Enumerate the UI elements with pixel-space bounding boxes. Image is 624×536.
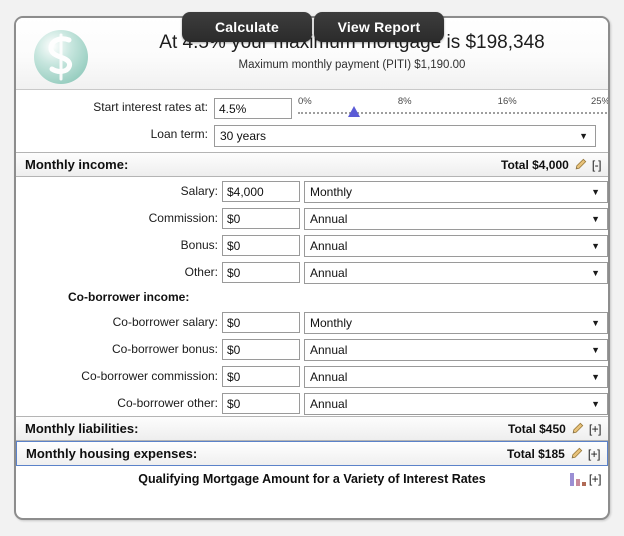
chevron-down-icon: ▼	[591, 187, 600, 197]
section-title: Monthly income:	[25, 157, 129, 172]
loan-term-label: Loan term:	[150, 127, 208, 141]
edit-pencil-icon[interactable]	[574, 158, 587, 171]
other-income-frequency-select[interactable]: Annual ▼	[304, 262, 608, 284]
frequency-value: Annual	[310, 343, 348, 357]
field-label: Salary:	[180, 184, 218, 198]
bonus-frequency-select[interactable]: Annual ▼	[304, 235, 608, 257]
max-payment-subline: Maximum monthly payment (PITI) $1,190.00	[238, 59, 466, 71]
section-header-monthly-income[interactable]: Monthly income: Total $4,000 [-]	[16, 152, 608, 177]
slider-tick-3: 25%	[590, 96, 610, 107]
coborrower-bonus-amount-input[interactable]	[222, 339, 300, 360]
field-label: Co-borrower other:	[117, 396, 218, 410]
view-report-button[interactable]: View Report	[314, 12, 444, 42]
chevron-down-icon: ▼	[591, 214, 600, 224]
edit-pencil-icon[interactable]	[570, 447, 583, 460]
frequency-value: Annual	[310, 397, 348, 411]
coborrower-other-frequency-select[interactable]: Annual ▼	[304, 393, 608, 415]
field-label: Co-borrower bonus:	[111, 342, 218, 356]
chevron-down-icon: ▼	[579, 131, 588, 141]
field-label: Co-borrower commission:	[81, 369, 218, 383]
subsection-title: Co-borrower income:	[68, 290, 190, 304]
field-label: Co-borrower salary:	[112, 315, 218, 329]
chevron-down-icon: ▼	[591, 399, 600, 409]
coborrower-commission-amount-input[interactable]	[222, 366, 300, 387]
slider-thumb[interactable]	[347, 106, 360, 117]
income-row-commission: Commission: Annual ▼	[16, 204, 608, 231]
field-label: Commission:	[148, 211, 218, 225]
section-expand-toggle[interactable]: [+]	[588, 447, 601, 461]
salary-amount-input[interactable]	[222, 181, 300, 202]
coborrower-other-amount-input[interactable]	[222, 393, 300, 414]
coborrower-income-heading: Co-borrower income:	[16, 285, 608, 308]
section-total: Total $185	[507, 446, 565, 461]
monthly-income-fields: Salary: Monthly ▼ Commission: Annual ▼ B…	[16, 177, 608, 416]
frequency-value: Monthly	[310, 316, 353, 330]
slider-tick-1: 8%	[397, 96, 412, 107]
field-label: Other:	[184, 265, 218, 279]
section-collapse-toggle[interactable]: [-]	[592, 158, 602, 172]
frequency-value: Annual	[310, 370, 348, 384]
field-label: Bonus:	[180, 238, 218, 252]
section-total: Total $4,000	[501, 157, 569, 172]
section-header-monthly-housing-expenses[interactable]: Monthly housing expenses: Total $185 [+]	[16, 441, 608, 466]
slider-tick-2: 16%	[497, 96, 517, 107]
qualifying-amount-footer[interactable]: Qualifying Mortgage Amount for a Variety…	[16, 466, 608, 492]
salary-frequency-select[interactable]: Monthly ▼	[304, 181, 608, 203]
income-row-bonus: Bonus: Annual ▼	[16, 231, 608, 258]
frequency-value: Annual	[310, 212, 348, 226]
footer-actions: [+]	[569, 472, 602, 486]
other-income-amount-input[interactable]	[222, 262, 300, 283]
slider-tick-0: 0%	[298, 96, 312, 107]
results-header: At 4.5% your maximum mortgage is $198,34…	[16, 18, 608, 90]
section-title: Monthly housing expenses:	[26, 446, 198, 461]
section-header-monthly-liabilities[interactable]: Monthly liabilities: Total $450 [+]	[16, 416, 608, 441]
calculator-panel: At 4.5% your maximum mortgage is $198,34…	[14, 16, 610, 520]
section-total: Total $450	[508, 421, 566, 436]
income-row-coborrower-commission: Co-borrower commission: Annual ▼	[16, 362, 608, 389]
slider-track[interactable]	[298, 112, 608, 114]
footer-title: Qualifying Mortgage Amount for a Variety…	[138, 472, 486, 486]
chevron-down-icon: ▼	[591, 318, 600, 328]
coborrower-salary-frequency-select[interactable]: Monthly ▼	[304, 312, 608, 334]
bonus-amount-input[interactable]	[222, 235, 300, 256]
section-expand-toggle[interactable]: [+]	[589, 422, 602, 436]
loan-term-row: Loan term: 30 years ▼	[16, 121, 608, 152]
section-title: Monthly liabilities:	[25, 421, 139, 436]
coborrower-bonus-frequency-select[interactable]: Annual ▼	[304, 339, 608, 361]
interest-rate-label: Start interest rates at:	[93, 100, 208, 114]
income-row-coborrower-bonus: Co-borrower bonus: Annual ▼	[16, 335, 608, 362]
income-row-salary: Salary: Monthly ▼	[16, 177, 608, 204]
calculate-button[interactable]: Calculate	[182, 12, 312, 42]
section-header-actions: Total $450 [+]	[508, 421, 602, 436]
commission-amount-input[interactable]	[222, 208, 300, 229]
section-header-actions: Total $185 [+]	[507, 446, 601, 461]
section-header-actions: Total $4,000 [-]	[501, 158, 601, 172]
company-logo	[34, 30, 88, 84]
interest-rate-row: Start interest rates at: 0% 8% 16% 25%	[16, 90, 608, 121]
income-row-coborrower-salary: Co-borrower salary: Monthly ▼	[16, 308, 608, 335]
footer-expand-toggle[interactable]: [+]	[589, 472, 602, 486]
chevron-down-icon: ▼	[591, 345, 600, 355]
mortgage-calculator-app: At 4.5% your maximum mortgage is $198,34…	[0, 0, 624, 536]
chevron-down-icon: ▼	[591, 268, 600, 278]
commission-frequency-select[interactable]: Annual ▼	[304, 208, 608, 230]
interest-rate-slider[interactable]: 0% 8% 16% 25%	[298, 96, 610, 124]
coborrower-commission-frequency-select[interactable]: Annual ▼	[304, 366, 608, 388]
chevron-down-icon: ▼	[591, 372, 600, 382]
loan-term-select[interactable]: 30 years ▼	[214, 125, 596, 147]
loan-term-value: 30 years	[220, 129, 267, 143]
income-row-other: Other: Annual ▼	[16, 258, 608, 285]
income-row-coborrower-other: Co-borrower other: Annual ▼	[16, 389, 608, 416]
chevron-down-icon: ▼	[591, 241, 600, 251]
frequency-value: Annual	[310, 239, 348, 253]
edit-pencil-icon[interactable]	[571, 422, 584, 435]
coborrower-salary-amount-input[interactable]	[222, 312, 300, 333]
frequency-value: Monthly	[310, 185, 353, 199]
interest-rate-input[interactable]	[214, 98, 292, 119]
frequency-value: Annual	[310, 266, 348, 280]
bar-chart-icon[interactable]	[569, 472, 586, 486]
